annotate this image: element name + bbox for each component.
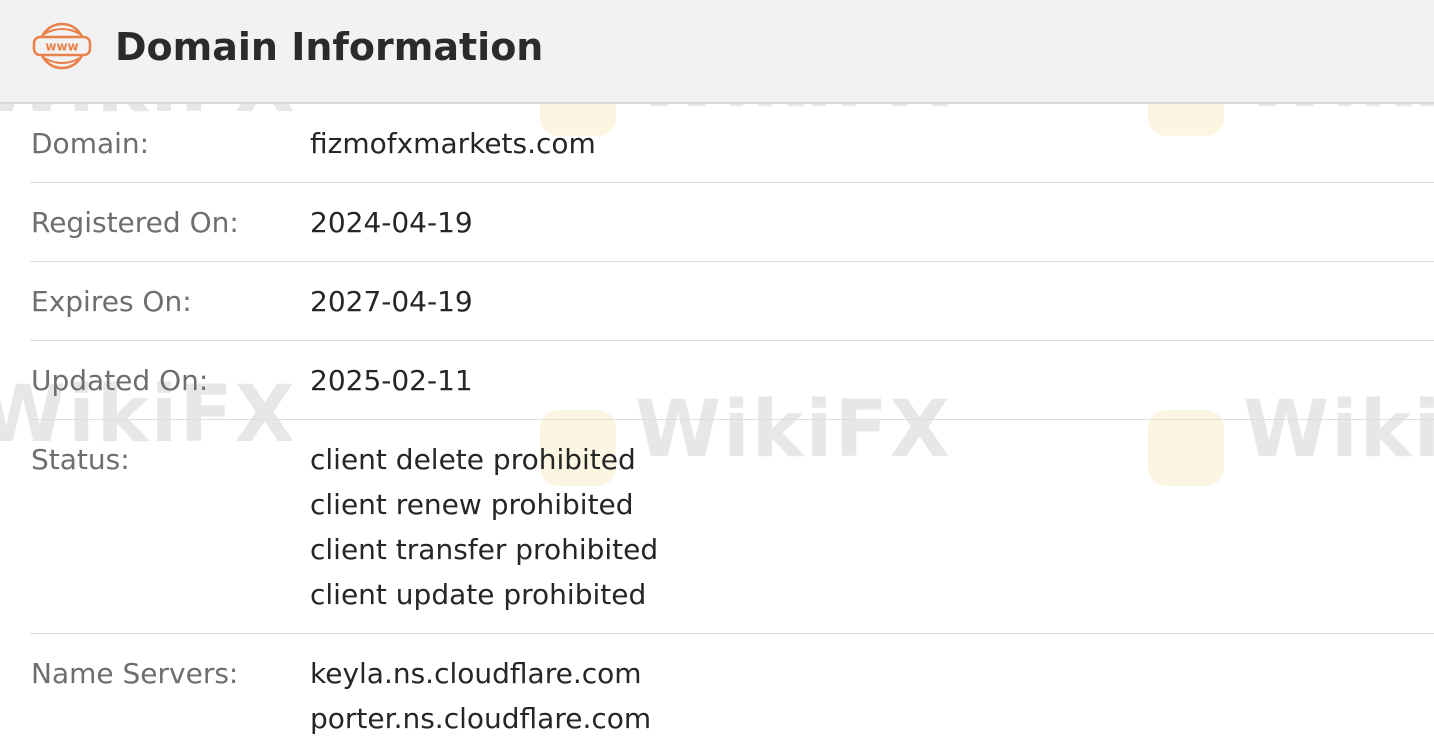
www-globe-icon: www — [32, 22, 92, 70]
status-item: client update prohibited — [310, 578, 647, 611]
row-value: 2024-04-19 — [310, 206, 473, 239]
info-row-updated-on: Updated On: 2025-02-11 — [30, 341, 1434, 420]
row-value: fizmofxmarkets.com — [310, 127, 596, 160]
row-label: Updated On: — [31, 364, 209, 397]
www-icon-text: www — [45, 40, 78, 54]
status-item: client transfer prohibited — [310, 533, 659, 566]
info-row-expires-on: Expires On: 2027-04-19 — [30, 262, 1434, 341]
row-label: Registered On: — [31, 206, 239, 239]
status-item: client delete prohibited — [310, 443, 636, 476]
row-label: Name Servers: — [31, 657, 239, 690]
name-server-item: keyla.ns.cloudflare.com — [310, 657, 642, 690]
row-label: Domain: — [31, 127, 150, 160]
info-row-status: Status: client delete prohibited client … — [30, 420, 1434, 634]
section-header: www Domain Information — [0, 0, 1434, 104]
row-value-list: keyla.ns.cloudflare.com porter.ns.cloudf… — [310, 651, 651, 741]
domain-info-table: Domain: fizmofxmarkets.com Registered On… — [0, 104, 1434, 754]
info-row-name-servers: Name Servers: keyla.ns.cloudflare.com po… — [30, 634, 1434, 754]
info-row-domain: Domain: fizmofxmarkets.com — [30, 104, 1434, 183]
row-value: 2027-04-19 — [310, 285, 473, 318]
info-row-registered-on: Registered On: 2024-04-19 — [30, 183, 1434, 262]
row-label: Status: — [31, 443, 130, 476]
name-server-item: porter.ns.cloudflare.com — [310, 702, 652, 735]
page-title: Domain Information — [115, 25, 544, 69]
row-value: 2025-02-11 — [310, 364, 473, 397]
status-item: client renew prohibited — [310, 488, 634, 521]
row-value-list: client delete prohibited client renew pr… — [310, 437, 658, 617]
row-label: Expires On: — [31, 285, 192, 318]
